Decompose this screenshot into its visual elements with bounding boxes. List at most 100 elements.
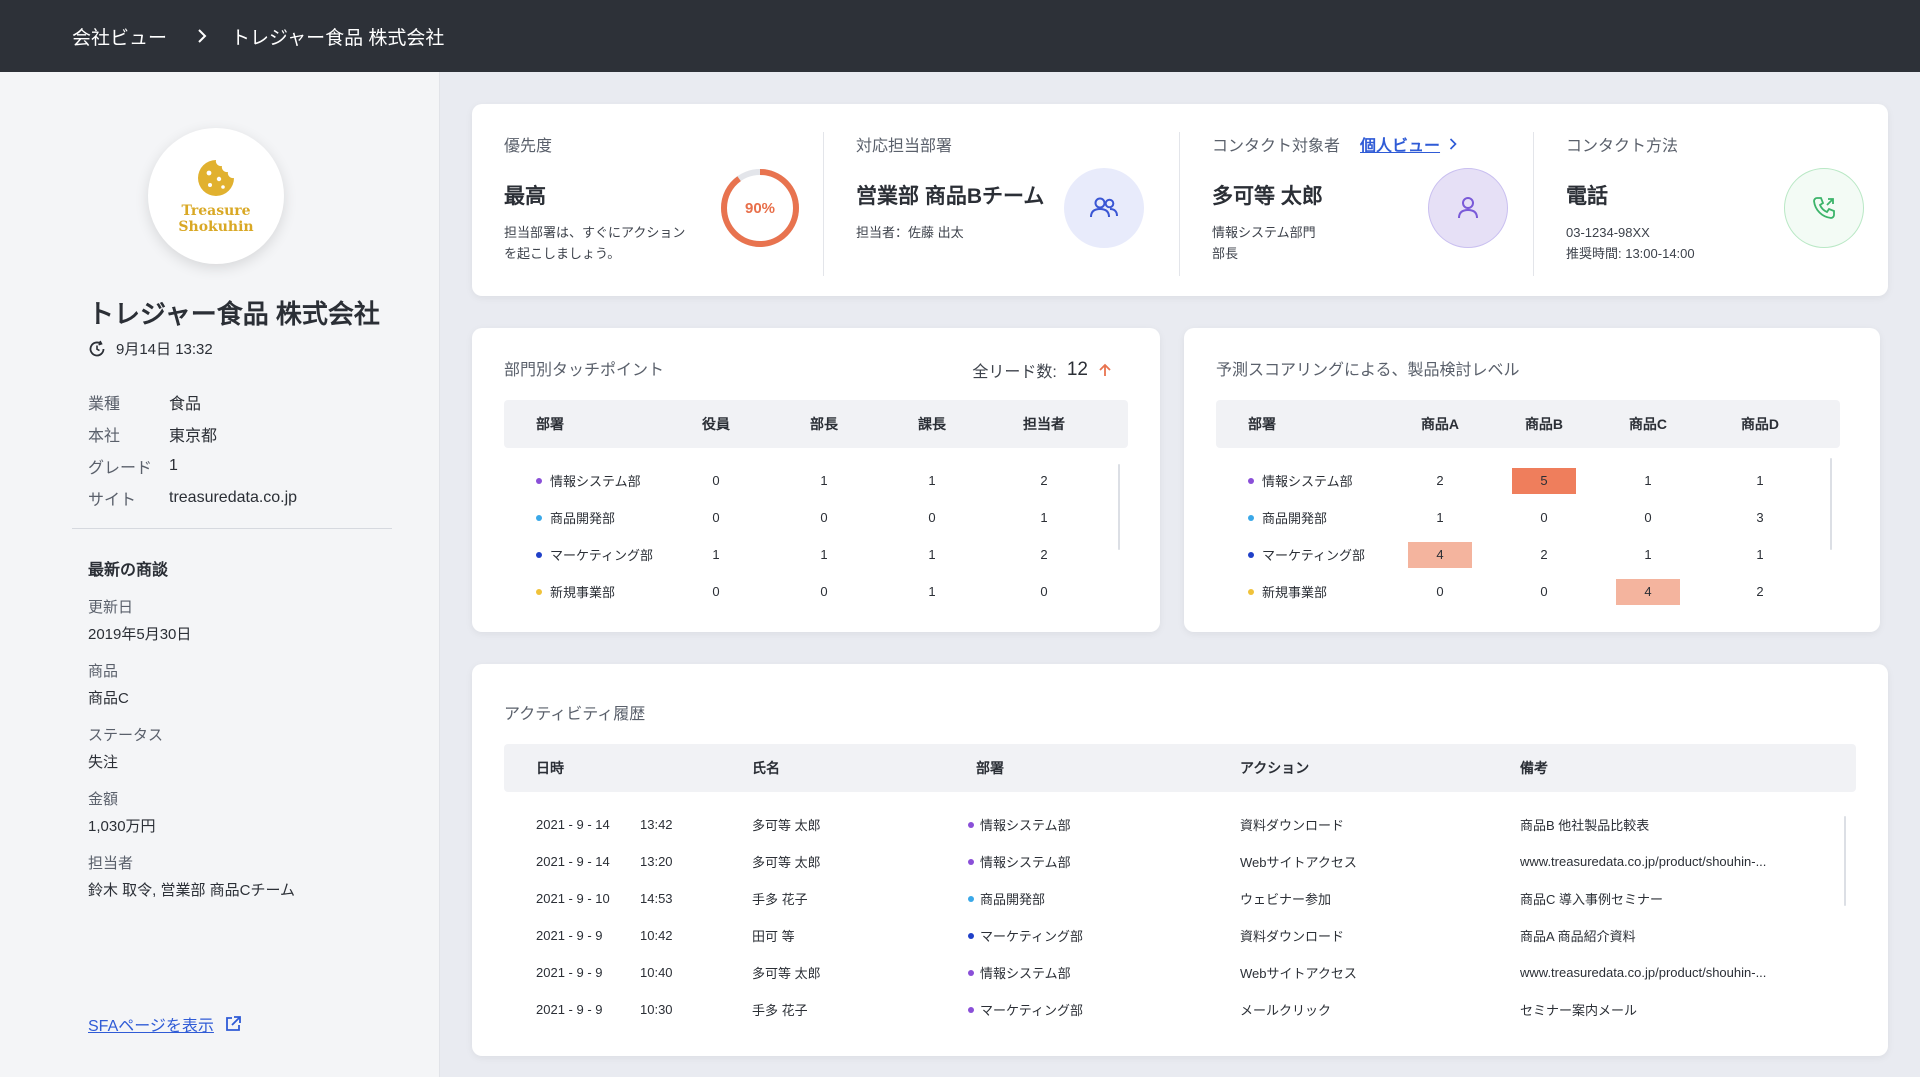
column-header: 商品B (1524, 416, 1564, 432)
total-leads: 全リード数: 12 (972, 358, 1112, 382)
score-value: 0 (1540, 509, 1548, 525)
info-key: グレード (88, 460, 153, 477)
priority-percent: 90% (744, 199, 776, 217)
scoring-title: 予測スコアリングによる、製品検討レベル (1216, 362, 1520, 379)
company-sidebar: Treasure Shokuhin トレジャー食品 株式会社 9月14日 13:… (0, 72, 440, 1077)
company-name: トレジャー食品 株式会社 (88, 299, 380, 329)
department-cell: マーケティング部 (968, 1000, 1240, 1019)
column-header: 商品C (1628, 416, 1668, 432)
deal-value: 商品C (88, 690, 129, 707)
touchpoints-table-header: 部署 役員 部長 課長 担当者 (504, 400, 1128, 448)
score-value: 4 (1408, 541, 1472, 568)
touchpoints-table-body: 情報システム部 0 1 1 2 商品開発部 0 0 0 1 マーケティング部 1 1 1 2 新規事業部 0 0 1… (504, 462, 1128, 610)
note-cell: 商品B 他社製品比較表 (1520, 818, 1650, 833)
deal-field: ステータス 失注 (88, 724, 295, 788)
timestamp-text: 9月14日 13:32 (116, 341, 213, 358)
company-logo: Treasure Shokuhin (148, 128, 284, 264)
priority-description: 担当部署は、すぐにアクション を起こしましょう。 (504, 222, 685, 264)
activity-date: 2021 - 9 - 9 (536, 928, 603, 943)
column-header: 商品D (1740, 416, 1780, 432)
score-cell: 1 (1616, 542, 1680, 568)
score-value: 2 (1540, 546, 1548, 562)
department-cell: 商品開発部 (504, 508, 680, 527)
score-value: 1 (1644, 546, 1652, 562)
logo-line-1: Treasure (181, 203, 251, 219)
person-view-link[interactable]: 個人ビュー (1360, 132, 1458, 156)
score-cell: 4 (1616, 578, 1680, 605)
kpi-contact: コンタクト対象者 個人ビュー 多可等 太郎 情報システム部門 部長 (1180, 104, 1534, 296)
department-color-dot (968, 932, 974, 939)
breadcrumb-current: トレジャー食品 株式会社 (231, 27, 445, 49)
table-row: 商品開発部 1 0 0 3 (1216, 499, 1840, 536)
action-cell: 資料ダウンロード (1240, 818, 1345, 833)
deal-value: 鈴木 取令, 営業部 商品Cチーム (88, 882, 296, 899)
deal-value: 失注 (88, 754, 119, 771)
name-cell: 多可等 太郎 (752, 818, 821, 833)
priority-sub-line: を起こしましょう。 (504, 246, 621, 261)
column-header: 氏名 (752, 760, 780, 776)
department-name: マーケティング部 (980, 1003, 1083, 1018)
score-value: 3 (1756, 509, 1764, 525)
column-header: 部署 (976, 760, 1004, 776)
kpi-contact-method: コンタクト方法 電話 03-1234-98XX 推奨時間: 13:00-14:0… (1534, 104, 1888, 296)
contact-sub-line: 部長 (1212, 246, 1239, 261)
info-value: 1 (169, 457, 178, 474)
activity-date: 2021 - 9 - 9 (536, 965, 603, 980)
touchpoints-scrollbar[interactable] (1118, 464, 1120, 550)
sfa-page-link[interactable]: SFAページを表示 (88, 1012, 242, 1036)
department-color-dot (968, 821, 974, 828)
department-cell: 情報システム部 (968, 815, 1240, 834)
name-cell: 手多 花子 (752, 1003, 808, 1018)
department-color-dot (968, 858, 974, 865)
activity-row: 2021 - 9 - 10 14:53 手多 花子 商品開発部 ウェビナー参加 商品C 導… (504, 880, 1856, 917)
column-header: 部署 (1248, 416, 1276, 432)
score-value: 5 (1512, 467, 1576, 494)
activity-time: 10:30 (640, 1002, 673, 1017)
datetime-cell: 2021 - 9 - 14 13:20 (504, 854, 752, 869)
action-cell: メールクリック (1240, 1003, 1332, 1018)
deal-field: 更新日 2019年5月30日 (88, 596, 295, 660)
total-leads-label: 全リード数: (972, 364, 1057, 381)
score-value: 1 (1756, 472, 1764, 488)
department-cell: 情報システム部 (1216, 471, 1408, 490)
action-cell: ウェビナー参加 (1240, 892, 1332, 907)
activity-row: 2021 - 9 - 9 10:30 手多 花子 マーケティング部 メールクリック セミナ… (504, 991, 1856, 1028)
scoring-table-header: 部署 商品A 商品B 商品C 商品D (1216, 400, 1840, 448)
department-label: 対応担当部署 (856, 138, 953, 155)
top-bar: 会社ビュー トレジャー食品 株式会社 (0, 0, 1920, 72)
breadcrumb-root[interactable]: 会社ビュー (72, 23, 167, 50)
score-cell: 2 (1472, 542, 1616, 568)
deal-field: 商品商品C (88, 660, 295, 724)
scoring-table-body: 情報システム部 2 5 1 1 商品開発部 1 0 0 3 マーケティング部 4 2 1 1 新規事業部 0 0 4… (1216, 462, 1840, 610)
latest-deal-heading: 最新の商談 (88, 562, 169, 579)
department-name: 商品開発部 (1262, 511, 1328, 526)
touchpoints-title: 部門別タッチポイント (504, 362, 665, 379)
activity-date: 2021 - 9 - 14 (536, 854, 610, 869)
logo-text: Treasure Shokuhin (178, 203, 253, 235)
note-cell: 商品A 商品紹介資料 (1520, 929, 1636, 944)
scoring-scrollbar[interactable] (1830, 458, 1832, 550)
deal-key: 商品 (88, 663, 119, 680)
logo-line-2: Shokuhin (178, 219, 254, 235)
kpi-summary-card: 優先度 最高 担当部署は、すぐにアクション を起こしましょう。 90% 対応担当… (472, 104, 1888, 296)
info-key: 業種 (88, 396, 121, 413)
contact-details: 情報システム部門 部長 (1212, 222, 1316, 264)
score-cell: 4 (1408, 541, 1472, 568)
refresh-clock-icon (89, 340, 105, 356)
score-value: 4 (1616, 578, 1680, 605)
action-cell: Webサイトアクセス (1240, 855, 1357, 870)
activity-row: 2021 - 9 - 14 13:42 多可等 太郎 情報システム部 資料ダウンロード 商… (504, 806, 1856, 843)
activity-scrollbar[interactable] (1844, 816, 1846, 906)
action-cell: 資料ダウンロード (1240, 929, 1345, 944)
count-cell: 0 (820, 510, 828, 525)
column-header: 役員 (702, 416, 730, 432)
department-value: 営業部 商品Bチーム (856, 185, 1045, 208)
name-cell: 田可 等 (752, 929, 795, 944)
count-cell: 0 (712, 510, 720, 525)
kpi-priority: 優先度 最高 担当部署は、すぐにアクション を起こしましょう。 90% (472, 104, 824, 296)
activity-table-body: 2021 - 9 - 14 13:42 多可等 太郎 情報システム部 資料ダウンロード商… (504, 806, 1856, 1028)
deal-key: 更新日 (88, 599, 134, 616)
chevron-right-icon (1449, 138, 1457, 150)
department-name: 情報システム部 (980, 818, 1071, 833)
department-color-dot (536, 588, 542, 595)
